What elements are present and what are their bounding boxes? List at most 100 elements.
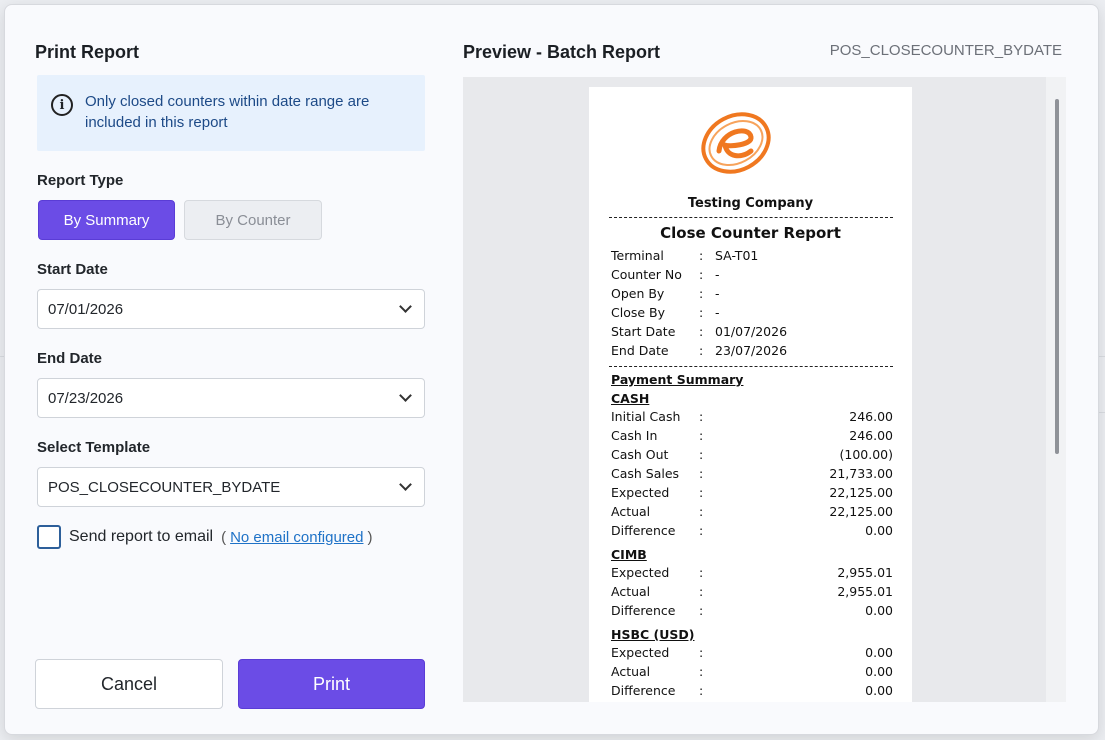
row-colon: : <box>699 248 704 263</box>
row-colon: : <box>699 664 704 679</box>
cash-heading: CASH <box>611 391 650 406</box>
start-date-picker[interactable]: 07/01/2026 <box>37 289 425 329</box>
row-colon: : <box>699 485 704 500</box>
report-row: Terminal: SA-T01 <box>611 248 893 267</box>
row-key: Initial Cash <box>611 409 681 424</box>
send-email-label: Send report to email <box>69 528 214 545</box>
report-row: Initial Cash: 246.00 <box>611 409 893 428</box>
report-row: Actual: 0.00 <box>611 664 893 683</box>
row-value: 2,955.01 <box>837 584 893 599</box>
template-label: Select Template <box>37 439 151 456</box>
report-row: Expected: 2,955.01 <box>611 565 893 584</box>
start-date-label: Start Date <box>37 261 108 278</box>
row-value: 21,733.00 <box>829 466 893 481</box>
report-row: Cash Out: (100.00) <box>611 447 893 466</box>
template-select[interactable]: POS_CLOSECOUNTER_BYDATE <box>37 467 425 507</box>
row-value: 0.00 <box>865 523 893 538</box>
row-key: Cash In <box>611 428 658 443</box>
row-key: Close By <box>611 305 665 320</box>
by-summary-button[interactable]: By Summary <box>38 200 175 240</box>
row-key: Difference <box>611 603 676 618</box>
report-paper: Testing Company Close Counter Report Ter… <box>589 87 912 702</box>
report-row: Expected: 22,125.00 <box>611 485 893 504</box>
report-row: Expected: 0.00 <box>611 645 893 664</box>
paren-open: ( <box>221 528 227 546</box>
row-value: 0.00 <box>865 683 893 698</box>
row-value: 2,955.01 <box>837 565 893 580</box>
row-colon: : <box>699 683 704 698</box>
end-date-picker[interactable]: 07/23/2026 <box>37 378 425 418</box>
row-value: 01/07/2026 <box>715 324 788 339</box>
row-key: Counter No <box>611 267 682 282</box>
paren-close: ) <box>367 528 373 546</box>
row-value: 246.00 <box>849 409 893 424</box>
row-colon: : <box>699 343 704 358</box>
row-value: - <box>715 267 720 282</box>
row-colon: : <box>699 504 704 519</box>
row-colon: : <box>699 523 704 538</box>
info-icon: i <box>51 94 73 116</box>
row-key: Expected <box>611 485 670 500</box>
report-title: Close Counter Report <box>660 224 841 242</box>
chevron-down-icon <box>399 478 412 491</box>
end-date-label: End Date <box>37 350 103 367</box>
report-row: Open By: - <box>611 286 893 305</box>
row-colon: : <box>699 267 704 282</box>
chevron-down-icon <box>399 389 412 402</box>
row-value: 0.00 <box>865 603 893 618</box>
row-colon: : <box>699 645 704 660</box>
row-colon: : <box>699 603 704 618</box>
row-key: Actual <box>611 584 651 599</box>
cimb-heading: CIMB <box>611 547 647 562</box>
row-key: Open By <box>611 286 665 301</box>
payment-summary-heading: Payment Summary <box>611 372 744 387</box>
row-key: End Date <box>611 343 669 358</box>
row-key: Expected <box>611 565 670 580</box>
row-colon: : <box>699 447 704 462</box>
report-row: Close By: - <box>611 305 893 324</box>
report-row: Difference: 0.00 <box>611 683 893 702</box>
report-row: Actual: 22,125.00 <box>611 504 893 523</box>
row-key: Difference <box>611 523 676 538</box>
print-button[interactable]: Print <box>238 659 425 709</box>
row-key: Cash Out <box>611 447 669 462</box>
row-key: Start Date <box>611 324 676 339</box>
row-value: - <box>715 286 720 301</box>
by-counter-button[interactable]: By Counter <box>184 200 322 240</box>
end-date-value: 07/23/2026 <box>48 389 124 407</box>
row-key: Difference <box>611 683 676 698</box>
row-value: - <box>715 305 720 320</box>
row-colon: : <box>699 305 704 320</box>
send-email-checkbox[interactable] <box>37 525 61 549</box>
report-row: Counter No: - <box>611 267 893 286</box>
row-value: (100.00) <box>839 447 894 462</box>
row-key: Cash Sales <box>611 466 680 481</box>
report-row: Actual: 2,955.01 <box>611 584 893 603</box>
company-logo <box>701 112 771 174</box>
row-colon: : <box>699 584 704 599</box>
row-colon: : <box>699 324 704 339</box>
preview-scrollbar-thumb[interactable] <box>1055 99 1059 454</box>
dialog-title: Print Report <box>35 42 140 62</box>
print-report-dialog: Print Report i Only closed counters with… <box>4 4 1099 735</box>
row-colon: : <box>699 428 704 443</box>
no-email-configured-link[interactable]: No email configured <box>230 529 363 546</box>
info-banner: i Only closed counters within date range… <box>37 75 425 151</box>
row-key: Actual <box>611 664 651 679</box>
row-colon: : <box>699 409 704 424</box>
cancel-button[interactable]: Cancel <box>35 659 223 709</box>
row-key: Expected <box>611 645 670 660</box>
divider <box>609 217 893 218</box>
row-colon: : <box>699 466 704 481</box>
report-preview[interactable]: Testing Company Close Counter Report Ter… <box>463 77 1066 702</box>
company-name: Testing Company <box>687 196 814 211</box>
info-text: Only closed counters within date range a… <box>85 93 370 131</box>
preview-title: Preview - Batch Report <box>463 42 661 62</box>
row-key: Actual <box>611 504 651 519</box>
template-code: POS_CLOSECOUNTER_BYDATE <box>829 42 1062 59</box>
row-value: 246.00 <box>849 428 893 443</box>
report-row: Cash In: 246.00 <box>611 428 893 447</box>
row-colon: : <box>699 565 704 580</box>
start-date-value: 07/01/2026 <box>48 300 124 318</box>
report-row: Start Date:01/07/2026 <box>611 324 893 343</box>
